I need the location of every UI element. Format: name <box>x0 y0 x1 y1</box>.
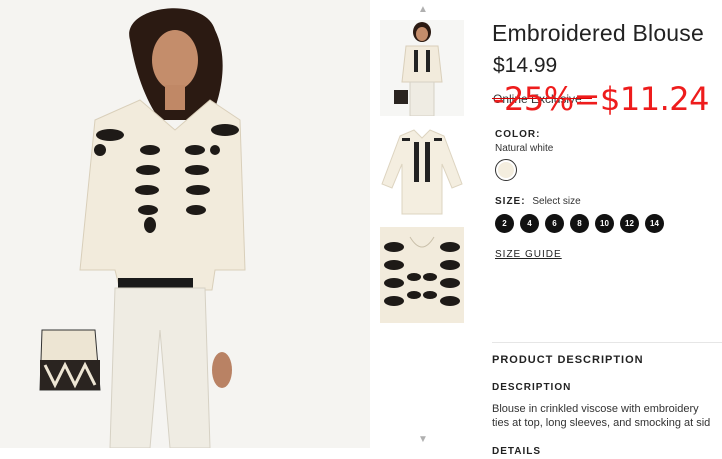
description-line: Blouse in crinkled viscose with embroide… <box>492 403 699 415</box>
size-row: SIZE: Select size <box>495 196 581 207</box>
product-price: $14.99 <box>493 54 558 77</box>
chevron-up-icon[interactable]: ▲ <box>416 5 430 15</box>
thumbnail-detail-image <box>380 227 464 323</box>
size-label: SIZE: <box>495 196 526 207</box>
sale-price-overlay: -25%=$11.24 <box>493 80 709 118</box>
color-swatch-natural-white[interactable] <box>495 159 517 181</box>
size-guide-link[interactable]: SIZE GUIDE <box>495 249 562 260</box>
thumbnail-flat[interactable] <box>380 124 464 220</box>
divider <box>492 342 722 343</box>
size-button-4[interactable]: 4 <box>520 214 539 233</box>
thumbnail-model-image <box>380 20 464 116</box>
color-label: COLOR: <box>495 129 541 140</box>
description-line: ties at top, long sleeves, and smocking … <box>492 417 711 429</box>
size-button-12[interactable]: 12 <box>620 214 639 233</box>
model-illustration <box>0 0 370 448</box>
product-details: Embroidered Blouse $14.99 Online Exclusi… <box>492 0 722 459</box>
size-button-8[interactable]: 8 <box>570 214 589 233</box>
size-button-14[interactable]: 14 <box>645 214 664 233</box>
product-description-heading: PRODUCT DESCRIPTION <box>492 354 644 366</box>
size-button-6[interactable]: 6 <box>545 214 564 233</box>
size-button-10[interactable]: 10 <box>595 214 614 233</box>
thumbnail-detail[interactable] <box>380 227 464 323</box>
chevron-down-icon[interactable]: ▼ <box>416 435 430 445</box>
color-value: Natural white <box>495 143 554 154</box>
description-text: Blouse in crinkled viscose with embroide… <box>492 402 722 430</box>
thumbnail-model[interactable] <box>380 20 464 116</box>
thumbnail-strip: ▲ ▼ <box>378 0 468 459</box>
size-options: 2 4 6 8 10 12 14 <box>495 214 664 233</box>
details-heading[interactable]: DETAILS <box>492 446 541 457</box>
description-heading: DESCRIPTION <box>492 382 572 393</box>
product-title: Embroidered Blouse <box>492 20 704 46</box>
size-button-2[interactable]: 2 <box>495 214 514 233</box>
size-select-prompt: Select size <box>532 196 581 207</box>
main-product-image[interactable] <box>0 0 370 448</box>
thumbnail-flat-image <box>380 124 464 220</box>
